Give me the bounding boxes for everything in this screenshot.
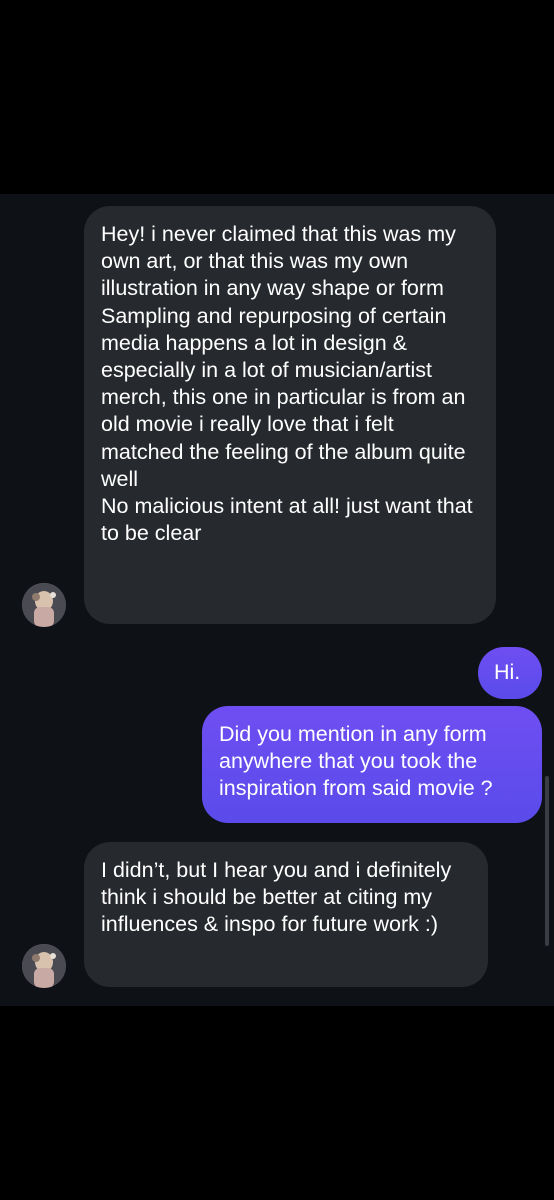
- avatar[interactable]: [22, 944, 66, 988]
- message-bubble[interactable]: Hey! i never claimed that this was my ow…: [84, 206, 496, 624]
- message-bubble[interactable]: I didn’t, but I hear you and i definitel…: [84, 842, 488, 987]
- screen: Hey! i never claimed that this was my ow…: [0, 0, 554, 1200]
- avatar-photo-icon: [22, 944, 66, 988]
- avatar[interactable]: [22, 583, 66, 627]
- message-bubble[interactable]: Hi.: [478, 647, 542, 699]
- avatar-photo-icon: [22, 583, 66, 627]
- message-bubble[interactable]: Did you mention in any form anywhere tha…: [202, 706, 542, 823]
- scrollbar-thumb[interactable]: [545, 776, 549, 946]
